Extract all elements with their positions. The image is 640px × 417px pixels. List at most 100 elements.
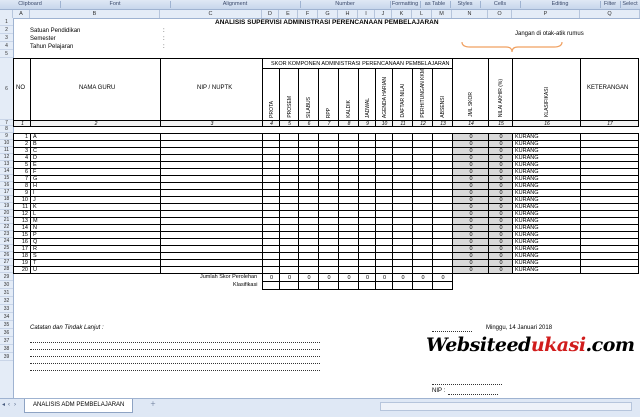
header-jml-skor: JML SKOR: [452, 58, 489, 121]
header-keterangan: KETERANGAN: [580, 58, 639, 121]
column-number-label-9: 9: [366, 121, 369, 127]
header-nama: NAMA GURU: [30, 58, 161, 121]
column-number-label-13: 13: [440, 121, 446, 127]
header-jml-skor-label: JML SKOR: [468, 92, 474, 117]
column-number-label-8: 8: [347, 121, 351, 127]
cell-value-r19-c15: KURANG: [515, 267, 539, 273]
klasifikasi-cell-1[interactable]: [279, 281, 299, 290]
header-komponen-label-5: JADWAL: [364, 97, 371, 118]
catatan-label: Catatan dan Tindak Lanjut :: [30, 325, 104, 331]
sheet-title: ANALISIS SUPERVISI ADMINISTRASI PERENCAN…: [215, 19, 439, 26]
header-no-label: NO: [16, 85, 25, 91]
header-komponen-label-4: KALDIK: [346, 100, 352, 118]
column-number-label-2: 2: [94, 121, 98, 127]
meta-satuan-label: Satuan Pendidikan: [30, 28, 81, 34]
header-komponen-6: AGENDA HARIAN: [375, 68, 393, 121]
catatan-line-4: [30, 370, 320, 371]
cell-r19-c0[interactable]: 20: [13, 266, 31, 274]
column-number-label-6: 6: [307, 121, 311, 127]
cell-r19-c14[interactable]: 0: [488, 266, 513, 274]
klasifikasi-cell-3[interactable]: [318, 281, 339, 290]
column-number-label-12: 12: [420, 121, 426, 127]
worksheet[interactable]: ANALISIS SUPERVISI ADMINISTRASI PERENCAN…: [0, 0, 640, 398]
cell-r19-c13[interactable]: 0: [452, 266, 489, 274]
column-number-label-4: 4: [270, 121, 273, 127]
formula-note: Jangan di otak-atik rumus: [515, 31, 584, 37]
header-komponen-3: RPP: [318, 68, 339, 121]
catatan-line-3: [30, 363, 320, 364]
meta-tahun-label: Tahun Pelajaran: [30, 44, 74, 50]
watermark-part1: Websiteed: [426, 334, 531, 356]
column-number-15: 15: [488, 120, 513, 127]
header-komponen-label-8: PERHITUNGAN KKM: [420, 69, 426, 118]
column-number-6: 6: [298, 120, 319, 127]
meta-satuan-colon: :: [163, 28, 165, 34]
klasifikasi-cell-5[interactable]: [358, 281, 376, 290]
header-klasifikasi: KLASIFIKASI: [512, 58, 581, 121]
watermark-logo: Websiteedukasi.com: [426, 334, 635, 356]
klasifikasi-label: Klasifikasi: [233, 282, 258, 288]
column-number-9: 9: [358, 120, 376, 127]
sheet-tab-analisis[interactable]: ANALISIS ADM PEMBELAJARAN: [24, 399, 134, 413]
jumlah-label: Jumlah Skor Perolehan: [200, 274, 258, 280]
horizontal-scrollbar[interactable]: [380, 402, 632, 411]
header-nip: NIP / NUPTK: [160, 58, 263, 121]
column-number-label-10: 10: [381, 121, 388, 127]
column-number-4: 4: [262, 120, 280, 127]
klasifikasi-cell-7[interactable]: [392, 281, 413, 290]
catatan-line-1: [30, 349, 320, 350]
catatan-line-0: [30, 342, 320, 343]
watermark-part2: ukasi: [530, 334, 586, 356]
column-number-13: 13: [432, 120, 453, 127]
column-number-2: 2: [30, 120, 161, 127]
cell-r19-c15[interactable]: KURANG: [512, 266, 581, 274]
header-komponen-4: KALDIK: [338, 68, 359, 121]
signature-line: [432, 384, 502, 385]
header-klasifikasi-label: KLASIFIKASI: [544, 86, 550, 117]
header-komponen-label-6: AGENDA HARIAN: [381, 76, 388, 118]
cell-value-r19-c14: 0: [499, 267, 503, 273]
column-number-label-5: 5: [288, 121, 291, 127]
column-number-5: 5: [279, 120, 299, 127]
column-number-label-11: 11: [400, 121, 406, 127]
cell-r19-c1[interactable]: U: [30, 266, 161, 274]
header-no: NO: [13, 58, 31, 121]
header-nip-label: NIP / NUPTK: [197, 85, 233, 91]
next-sheet-icon[interactable]: ›: [14, 401, 19, 409]
cell-value-r19-c13: 0: [469, 267, 473, 273]
cell-value-r19-c0: 20: [21, 267, 28, 273]
header-komponen-label-9: ABSENSI: [440, 96, 446, 118]
column-number-17: 17: [580, 120, 639, 127]
cell-r19-c16[interactable]: [580, 266, 639, 274]
first-sheet-icon[interactable]: ◂: [2, 401, 7, 409]
column-number-14: 14: [452, 120, 489, 127]
place-line: [432, 331, 472, 332]
column-number-label-17: 17: [607, 121, 613, 127]
header-komponen-8: PERHITUNGAN KKM: [412, 68, 433, 121]
meta-semester-colon: :: [163, 36, 165, 42]
klasifikasi-cell-8[interactable]: [412, 281, 433, 290]
header-komponen-1: PROSEM: [279, 68, 299, 121]
nip-label: NIP :: [432, 388, 446, 394]
klasifikasi-cell-0[interactable]: [262, 281, 280, 290]
column-number-label-16: 16: [544, 121, 550, 127]
new-sheet-icon[interactable]: ＋: [150, 401, 156, 409]
cell-value-r19-c1: U: [33, 267, 37, 273]
klasifikasi-cell-4[interactable]: [338, 281, 359, 290]
header-komponen-2: SILABUS: [298, 68, 319, 121]
column-number-3: 3: [160, 120, 263, 127]
column-number-label-15: 15: [498, 121, 504, 127]
column-number-16: 16: [512, 120, 581, 127]
prev-sheet-icon[interactable]: ‹: [8, 401, 13, 409]
header-komponen-5: JADWAL: [358, 68, 376, 121]
header-nilai-akhir: NILAI AKHIR (%): [488, 58, 513, 121]
header-komponen-label-7: DAFTAR NILAI: [400, 84, 406, 118]
klasifikasi-cell-6[interactable]: [375, 281, 393, 290]
klasifikasi-cell-9[interactable]: [432, 281, 453, 290]
column-number-8: 8: [338, 120, 359, 127]
column-number-label-3: 3: [210, 121, 214, 127]
meta-semester-label: Semester: [30, 36, 56, 42]
catatan-line-2: [30, 356, 320, 357]
klasifikasi-cell-2[interactable]: [298, 281, 319, 290]
header-nilai-akhir-label: NILAI AKHIR (%): [498, 78, 504, 117]
